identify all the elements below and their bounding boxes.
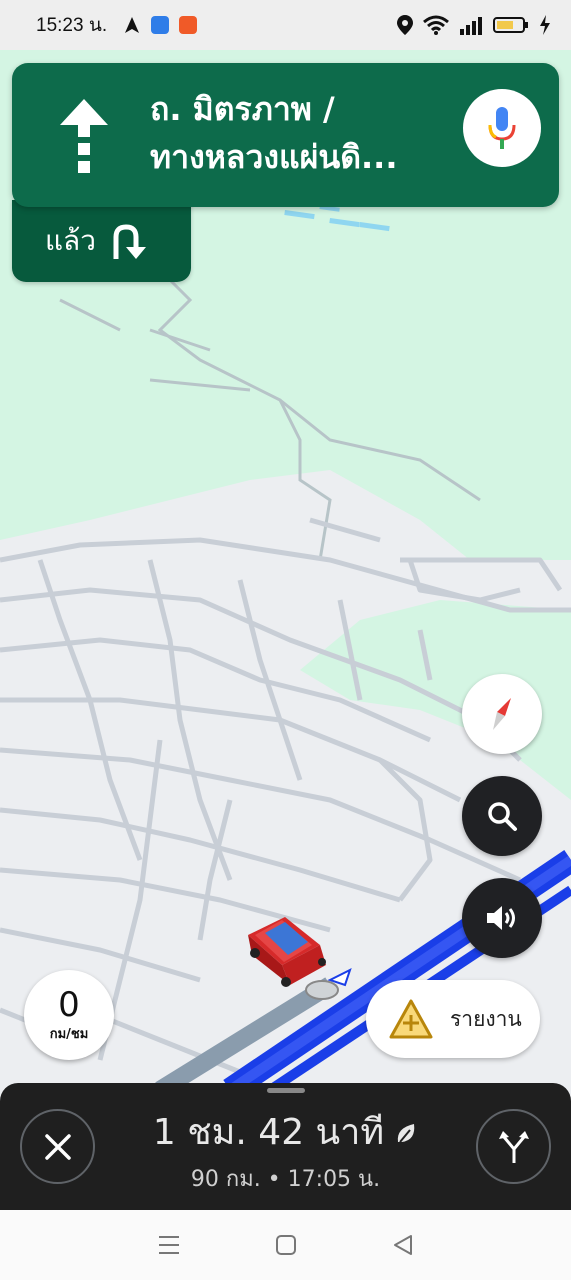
then-label: แล้ว — [45, 224, 96, 257]
direction-card[interactable]: ถ. มิตรภาพ / ทางหลวงแผ่นดิ... — [12, 63, 559, 207]
status-system-icons — [397, 15, 551, 35]
home-icon[interactable] — [275, 1234, 297, 1256]
street-name: ถ. มิตรภาพ / ทางหลวงแผ่นดิ... — [150, 85, 465, 181]
speed-unit: กม/ชม — [49, 1026, 89, 1042]
report-label: รายงาน — [450, 1006, 522, 1031]
compass-icon — [493, 698, 511, 730]
arrow-straight-icon — [60, 99, 108, 173]
system-nav-bar — [0, 1210, 571, 1280]
street-name-line1: ถ. มิตรภาพ / — [150, 90, 335, 128]
alternate-routes-button[interactable] — [476, 1109, 551, 1184]
status-time: 15:23 น. — [36, 15, 108, 36]
report-incident-icon — [389, 999, 433, 1039]
speed-value: 0 — [58, 984, 80, 1025]
then-maneuver-card[interactable]: แล้ว — [12, 200, 191, 282]
trip-summary-panel[interactable]: 1 ชม. 42 นาที 90 กม. • 17:05 น. — [0, 1083, 571, 1210]
battery-icon — [493, 17, 528, 33]
sound-button[interactable] — [462, 878, 542, 958]
status-bar: 15:23 น. — [0, 0, 571, 50]
eco-leaf-icon — [397, 1124, 415, 1143]
app-notification-icon — [151, 16, 170, 34]
street-name-line2: ทางหลวงแผ่นดิ... — [150, 138, 398, 176]
menu-icon[interactable] — [157, 1234, 181, 1256]
speedometer: 0 กม/ชม — [24, 970, 114, 1060]
wifi-icon — [423, 15, 449, 35]
shopee-notification-icon — [179, 16, 198, 34]
turn-right-icon — [113, 224, 146, 259]
charging-icon — [540, 15, 550, 35]
navigation-arrow-icon — [125, 17, 140, 33]
back-icon[interactable] — [392, 1234, 414, 1256]
route-options-icon — [498, 1130, 529, 1163]
volume-icon — [487, 906, 515, 930]
drag-handle[interactable] — [267, 1088, 305, 1093]
microphone-icon — [488, 107, 516, 149]
search-button[interactable] — [462, 776, 542, 856]
search-icon — [488, 802, 517, 831]
compass-button[interactable] — [462, 674, 542, 754]
signal-icon — [460, 17, 482, 35]
location-icon — [397, 15, 413, 35]
status-notification-icons — [123, 16, 198, 34]
voice-search-button[interactable] — [463, 89, 541, 167]
report-button[interactable]: รายงาน — [366, 980, 540, 1058]
trip-duration: 1 ชม. 42 นาที — [152, 1112, 385, 1153]
